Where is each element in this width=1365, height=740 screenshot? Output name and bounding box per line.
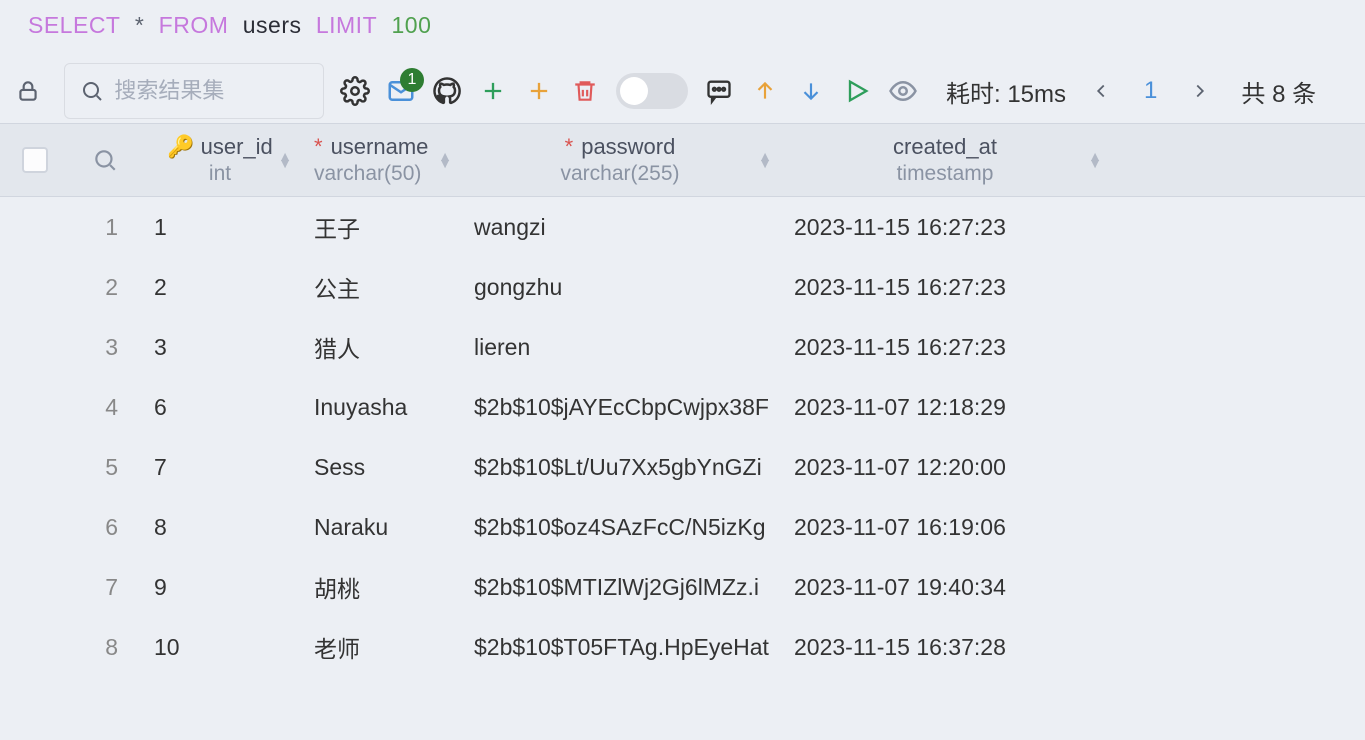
add-green-icon[interactable]	[478, 76, 508, 106]
cell-username[interactable]: Inuyasha	[300, 394, 460, 421]
table-row[interactable]: 810老师$2b$10$T05FTAg.HpEyeHat2023-11-15 1…	[0, 617, 1365, 677]
sql-keyword-limit: LIMIT	[316, 12, 377, 38]
sql-query[interactable]: SELECT * FROM users LIMIT 100	[0, 0, 1365, 59]
sort-icon[interactable]: ▲▼	[278, 153, 292, 167]
cell-username[interactable]: Naraku	[300, 514, 460, 541]
elapsed-label: 耗时: 15ms	[946, 74, 1066, 109]
cell-password[interactable]: lieren	[460, 334, 780, 361]
table-row[interactable]: 79胡桃$2b$10$MTIZlWj2Gj6lMZz.i2023-11-07 1…	[0, 557, 1365, 617]
github-icon[interactable]	[432, 76, 462, 106]
cell-created_at[interactable]: 2023-11-15 16:27:23	[780, 274, 1110, 301]
toggle-switch[interactable]	[616, 73, 688, 109]
next-page-icon[interactable]	[1185, 76, 1215, 106]
cell-password[interactable]: $2b$10$Lt/Uu7Xx5gbYnGZi	[460, 454, 780, 481]
cell-user_id[interactable]: 2	[140, 274, 300, 301]
delete-icon[interactable]	[570, 76, 600, 106]
cell-password[interactable]: wangzi	[460, 214, 780, 241]
sql-star: *	[135, 12, 144, 38]
table-row[interactable]: 11王子wangzi2023-11-15 16:27:23	[0, 197, 1365, 257]
sql-table: users	[243, 12, 302, 38]
header-search-icon[interactable]	[70, 124, 140, 196]
result-grid: 🔑user_id int ▲▼ *username varchar(50) ▲▼…	[0, 123, 1365, 677]
row-index: 7	[70, 574, 140, 601]
cell-username[interactable]: 胡桃	[300, 570, 460, 604]
cell-created_at[interactable]: 2023-11-15 16:27:23	[780, 214, 1110, 241]
table-row[interactable]: 33猎人lieren2023-11-15 16:27:23	[0, 317, 1365, 377]
sort-icon[interactable]: ▲▼	[758, 153, 772, 167]
total-count: 共 8 条	[1241, 74, 1316, 109]
cell-user_id[interactable]: 1	[140, 214, 300, 241]
sort-icon[interactable]: ▲▼	[438, 153, 452, 167]
cell-username[interactable]: 猎人	[300, 330, 460, 364]
table-row[interactable]: 22公主gongzhu2023-11-15 16:27:23	[0, 257, 1365, 317]
comment-icon[interactable]	[704, 76, 734, 106]
row-index: 5	[70, 454, 140, 481]
col-user_id[interactable]: 🔑user_id int ▲▼	[140, 124, 300, 196]
cell-password[interactable]: $2b$10$T05FTAg.HpEyeHat	[460, 634, 780, 661]
cell-created_at[interactable]: 2023-11-07 12:18:29	[780, 394, 1110, 421]
cell-password[interactable]: $2b$10$MTIZlWj2Gj6lMZz.i	[460, 574, 780, 601]
sort-icon[interactable]: ▲▼	[1088, 153, 1102, 167]
cell-password[interactable]: $2b$10$jAYEcCbpCwjpx38F	[460, 394, 780, 421]
search-icon	[79, 76, 104, 106]
search-box[interactable]	[64, 63, 324, 119]
lock-icon[interactable]	[8, 76, 48, 106]
row-index: 6	[70, 514, 140, 541]
sql-keyword-select: SELECT	[28, 12, 120, 38]
table-row[interactable]: 68Naraku$2b$10$oz4SAzFcC/N5izKg2023-11-0…	[0, 497, 1365, 557]
col-created_at[interactable]: created_at timestamp ▲▼	[780, 124, 1110, 196]
cell-user_id[interactable]: 7	[140, 454, 300, 481]
cell-password[interactable]: gongzhu	[460, 274, 780, 301]
row-index: 1	[70, 214, 140, 241]
cell-created_at[interactable]: 2023-11-15 16:37:28	[780, 634, 1110, 661]
cell-password[interactable]: $2b$10$oz4SAzFcC/N5izKg	[460, 514, 780, 541]
gear-icon[interactable]	[340, 76, 370, 106]
cell-user_id[interactable]: 6	[140, 394, 300, 421]
page-number: 1	[1136, 77, 1165, 105]
cell-user_id[interactable]: 3	[140, 334, 300, 361]
col-password[interactable]: *password varchar(255) ▲▼	[460, 124, 780, 196]
arrow-up-icon[interactable]	[750, 76, 780, 106]
run-icon[interactable]	[842, 76, 872, 106]
cell-username[interactable]: 王子	[300, 210, 460, 244]
key-icon: 🔑	[167, 134, 194, 160]
row-index: 8	[70, 634, 140, 661]
cell-created_at[interactable]: 2023-11-07 12:20:00	[780, 454, 1110, 481]
cell-username[interactable]: 老师	[300, 630, 460, 664]
cell-created_at[interactable]: 2023-11-15 16:27:23	[780, 334, 1110, 361]
table-row[interactable]: 57Sess$2b$10$Lt/Uu7Xx5gbYnGZi2023-11-07 …	[0, 437, 1365, 497]
search-input[interactable]	[114, 78, 309, 104]
prev-page-icon[interactable]	[1086, 76, 1116, 106]
table-row[interactable]: 46Inuyasha$2b$10$jAYEcCbpCwjpx38F2023-11…	[0, 377, 1365, 437]
cell-user_id[interactable]: 9	[140, 574, 300, 601]
mail-icon[interactable]: 1	[386, 76, 416, 106]
cell-created_at[interactable]: 2023-11-07 16:19:06	[780, 514, 1110, 541]
row-index: 3	[70, 334, 140, 361]
grid-header: 🔑user_id int ▲▼ *username varchar(50) ▲▼…	[0, 123, 1365, 197]
add-orange-icon[interactable]	[524, 76, 554, 106]
cell-username[interactable]: Sess	[300, 454, 460, 481]
row-index: 2	[70, 274, 140, 301]
cell-username[interactable]: 公主	[300, 270, 460, 304]
mail-badge: 1	[400, 68, 424, 92]
sql-limit-num: 100	[391, 12, 431, 38]
cell-created_at[interactable]: 2023-11-07 19:40:34	[780, 574, 1110, 601]
arrow-down-icon[interactable]	[796, 76, 826, 106]
eye-icon[interactable]	[888, 76, 918, 106]
cell-user_id[interactable]: 10	[140, 634, 300, 661]
toolbar: 1 耗时: 15ms 1 共 8 条	[0, 59, 1365, 123]
col-username[interactable]: *username varchar(50) ▲▼	[300, 124, 460, 196]
sql-keyword-from: FROM	[159, 12, 229, 38]
header-select-all[interactable]	[0, 124, 70, 196]
row-index: 4	[70, 394, 140, 421]
cell-user_id[interactable]: 8	[140, 514, 300, 541]
status-bar: 耗时: 15ms 1 共 8 条	[946, 74, 1316, 109]
